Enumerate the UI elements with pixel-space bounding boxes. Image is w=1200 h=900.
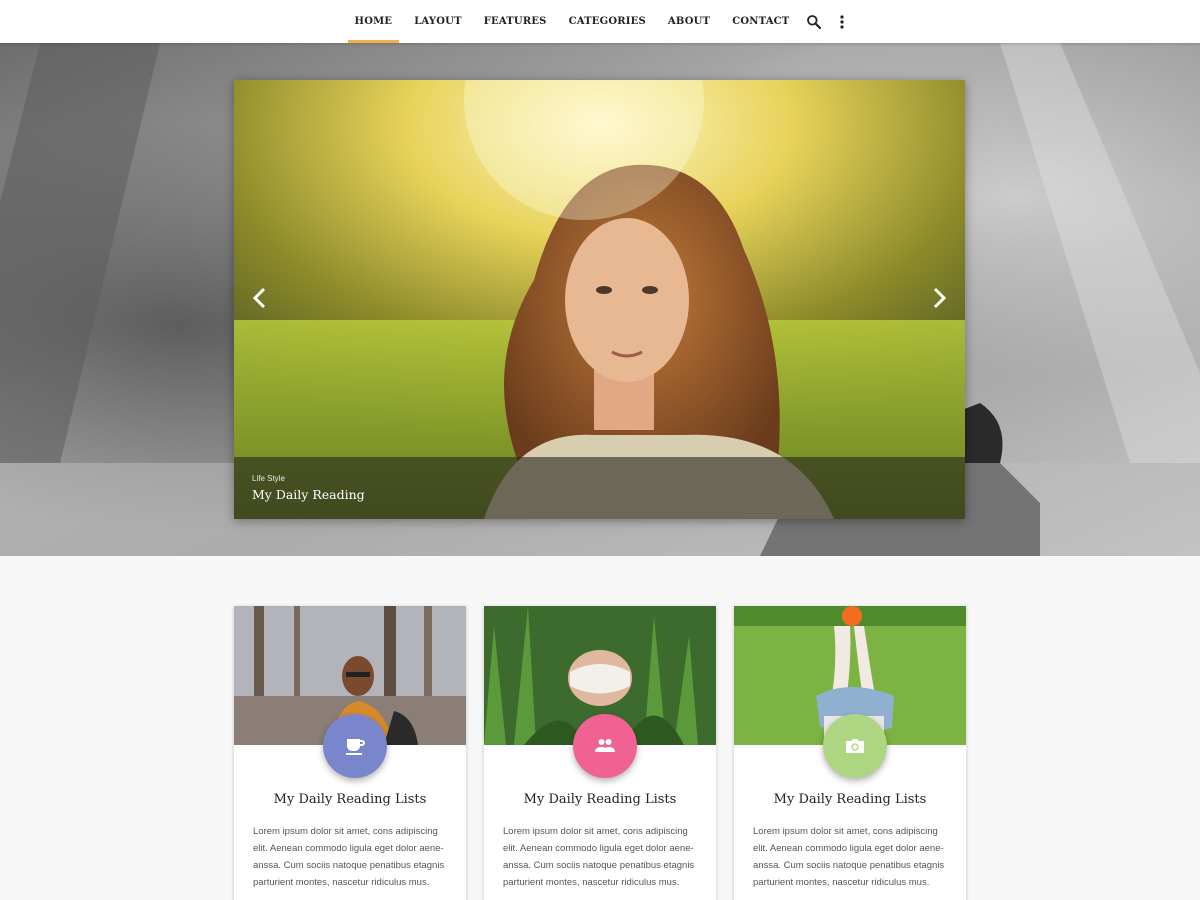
featured-slide[interactable]: Life Style My Daily Reading — [234, 80, 965, 519]
nav-home[interactable]: HOME — [344, 0, 404, 43]
main-menu: HOME LAYOUT FEATURES CATEGORIES ABOUT CO… — [0, 0, 1200, 43]
feature-card: My Daily Reading Lists Lorem ipsum dolor… — [484, 606, 716, 900]
feature-cards: My Daily Reading Lists Lorem ipsum dolor… — [234, 606, 966, 900]
slider-prev-button[interactable] — [242, 280, 278, 316]
card-title[interactable]: My Daily Reading Lists — [234, 792, 466, 807]
nav-contact[interactable]: CONTACT — [721, 0, 800, 43]
camera-icon[interactable] — [823, 714, 887, 778]
slide-title[interactable]: My Daily Reading — [252, 487, 947, 502]
nav-layout[interactable]: LAYOUT — [403, 0, 473, 43]
card-excerpt: Lorem ipsum dolor sit amet, cons adipisc… — [503, 826, 695, 888]
coffee-icon[interactable] — [323, 714, 387, 778]
more-vert-icon[interactable] — [828, 0, 856, 43]
feature-card: My Daily Reading Lists Lorem ipsum dolor… — [234, 606, 466, 900]
nav-features[interactable]: FEATURES — [473, 0, 558, 43]
feature-card: My Daily Reading Lists Lorem ipsum dolor… — [734, 606, 966, 900]
slide-category[interactable]: Life Style — [252, 474, 947, 483]
card-title[interactable]: My Daily Reading Lists — [734, 792, 966, 807]
hero-section: Life Style My Daily Reading — [0, 43, 1200, 556]
card-title[interactable]: My Daily Reading Lists — [484, 792, 716, 807]
slider-next-button[interactable] — [921, 280, 957, 316]
chevron-left-icon — [252, 287, 266, 309]
card-excerpt: Lorem ipsum dolor sit amet, cons adipisc… — [753, 826, 945, 888]
group-icon[interactable] — [573, 714, 637, 778]
nav-categories[interactable]: CATEGORIES — [558, 0, 657, 43]
chevron-right-icon — [933, 287, 947, 309]
nav-about[interactable]: ABOUT — [657, 0, 721, 43]
slide-caption: Life Style My Daily Reading — [234, 457, 965, 519]
top-navbar: HOME LAYOUT FEATURES CATEGORIES ABOUT CO… — [0, 0, 1200, 43]
search-icon[interactable] — [800, 0, 828, 43]
card-excerpt: Lorem ipsum dolor sit amet, cons adipisc… — [253, 826, 445, 888]
slide-photo — [234, 80, 965, 519]
